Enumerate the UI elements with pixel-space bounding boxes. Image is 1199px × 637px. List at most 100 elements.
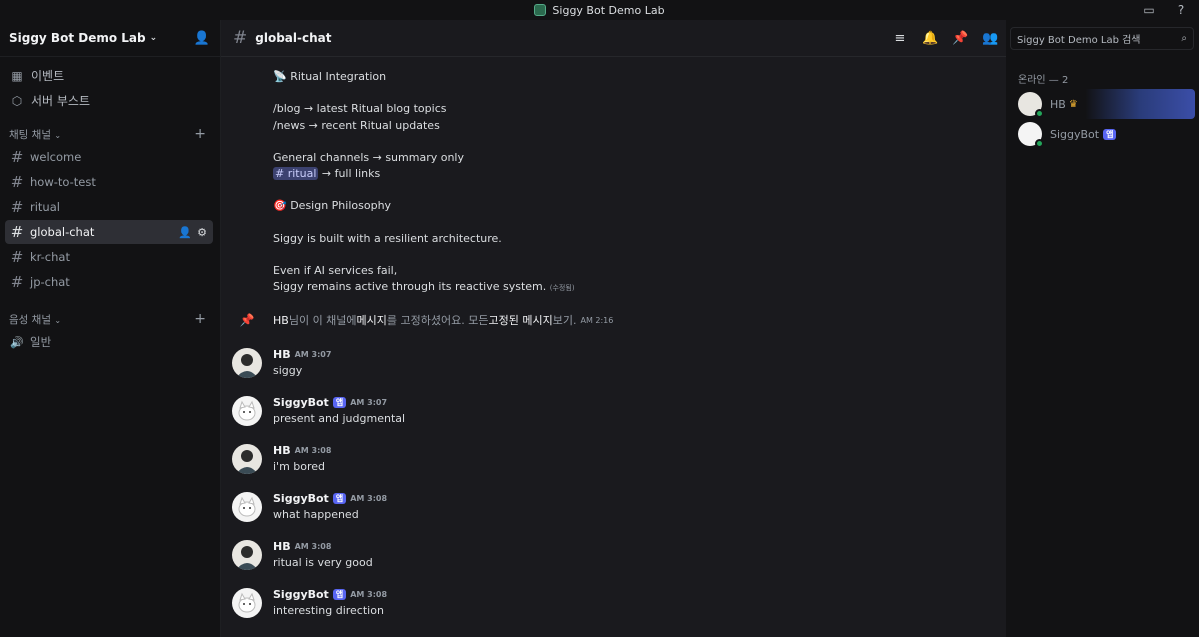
- gear-icon[interactable]: ⚙: [197, 226, 207, 239]
- message-item: SiggyBot 앱 AM 3:08 interesting direction: [221, 588, 1006, 628]
- text-channel-category[interactable]: 채팅 채널 ⌄ +: [0, 123, 220, 145]
- channel-kr-chat[interactable]: # kr-chat: [5, 245, 213, 269]
- author-name[interactable]: SiggyBot: [273, 492, 329, 505]
- author-name[interactable]: HB: [273, 444, 291, 457]
- hash-icon: #: [10, 173, 24, 191]
- app-badge: 앱: [332, 397, 347, 408]
- app-icon: [534, 4, 547, 16]
- avatar[interactable]: [232, 588, 262, 618]
- avatar[interactable]: [232, 396, 262, 426]
- message-item: HB AM 3:08 ritual is very good: [221, 540, 1006, 580]
- member-item[interactable]: SiggyBot 앱: [1012, 119, 1195, 149]
- threads-icon[interactable]: ≡: [892, 31, 908, 46]
- chat-main: # global-chat ≡ 🔔 📌 👥 📡 Ritual Integrati…: [221, 20, 1006, 637]
- window-title: Siggy Bot Demo Lab: [552, 3, 665, 17]
- channel-sidebar: Siggy Bot Demo Lab ⌄ 👤 ▦ 이벤트 ⬡ 서버 부스트 채팅…: [0, 20, 221, 637]
- voice-channel-general[interactable]: 🔊 일반: [5, 330, 213, 354]
- app-badge: 앱: [1103, 128, 1117, 140]
- sidebar-item-events[interactable]: ▦ 이벤트: [0, 63, 220, 88]
- message-text: i'm bored: [273, 460, 326, 473]
- message-line: Siggy remains active through its reactiv…: [273, 280, 575, 293]
- avatar[interactable]: [232, 444, 262, 474]
- pin-icon[interactable]: 📌: [952, 31, 968, 46]
- pinned-message-link[interactable]: 메시지: [357, 312, 387, 328]
- message-list: 📡 Ritual Integration /blog → latest Ritu…: [221, 57, 1006, 637]
- hash-icon: #: [10, 148, 24, 166]
- pin-user[interactable]: HB: [273, 314, 289, 327]
- app-badge: 앱: [332, 589, 347, 600]
- message-line: 🎯 Design Philosophy: [273, 199, 392, 212]
- message-line: # ritual → full links: [273, 167, 381, 180]
- message-item: HB AM 3:07 siggy: [221, 348, 1006, 388]
- message-line: /blog → latest Ritual blog topics: [273, 102, 447, 115]
- pin-system-message: 📌 HB 님이 이 채널에 메시지 를 고정하셨어요. 모든 고정된 메시지 보…: [221, 311, 614, 329]
- member-item[interactable]: HB ♛: [1012, 89, 1195, 119]
- avatar[interactable]: [232, 492, 262, 522]
- notification-bell-icon[interactable]: 🔔: [922, 31, 938, 46]
- channel-title: global-chat: [255, 31, 332, 45]
- help-icon[interactable]: ?: [1173, 2, 1189, 18]
- hash-icon: #: [10, 223, 24, 241]
- message-text: siggy: [273, 364, 303, 377]
- speaker-icon: 🔊: [10, 335, 24, 349]
- author-name[interactable]: SiggyBot: [273, 396, 329, 409]
- online-status-icon: [1035, 139, 1044, 148]
- author-name[interactable]: HB: [273, 540, 291, 553]
- pin-icon: 📌: [239, 313, 255, 327]
- voice-channel-category[interactable]: 음성 채널 ⌄ +: [0, 308, 220, 330]
- message-line: 📡 Ritual Integration: [273, 70, 387, 83]
- hash-icon: #: [10, 198, 24, 216]
- avatar[interactable]: [232, 348, 262, 378]
- create-voice-channel-icon[interactable]: +: [194, 311, 206, 327]
- search-input[interactable]: Siggy Bot Demo Lab 검색 ⌕: [1010, 27, 1194, 50]
- hash-icon: #: [10, 273, 24, 291]
- hash-icon: #: [10, 248, 24, 266]
- author-name[interactable]: HB: [273, 348, 291, 361]
- channel-global-chat[interactable]: # global-chat 👤 ⚙: [5, 220, 213, 244]
- online-status-icon: [1035, 109, 1044, 118]
- server-name: Siggy Bot Demo Lab: [9, 31, 146, 45]
- message-line: Even if AI services fail,: [273, 264, 398, 277]
- search-icon: ⌕: [1181, 33, 1187, 44]
- boost-icon: ⬡: [11, 93, 23, 108]
- all-pinned-link[interactable]: 고정된 메시지: [489, 312, 553, 328]
- edited-label: (수정됨): [549, 284, 575, 292]
- online-category: 온라인 — 2: [1018, 75, 1069, 86]
- satellite-icon: 📡: [273, 70, 287, 83]
- window-titlebar: Siggy Bot Demo Lab ▭ ?: [0, 0, 1199, 20]
- channel-how-to-test[interactable]: # how-to-test: [5, 170, 213, 194]
- message-line: Siggy is built with a resilient architec…: [273, 232, 502, 245]
- message-text: interesting direction: [273, 604, 384, 617]
- message-text: what happened: [273, 508, 359, 521]
- message-item: SiggyBot 앱 AM 3:07 present and judgmental: [221, 396, 1006, 436]
- inbox-icon[interactable]: ▭: [1141, 2, 1157, 18]
- avatar[interactable]: [232, 540, 262, 570]
- member-list: 온라인 — 2 HB ♛ SiggyBot 앱: [1006, 57, 1199, 637]
- create-channel-icon[interactable]: +: [194, 126, 206, 142]
- invite-people-icon[interactable]: 👤: [194, 31, 210, 46]
- message-item: HB AM 3:08 i'm bored: [221, 444, 1006, 484]
- target-icon: 🎯: [273, 199, 287, 212]
- channel-mention[interactable]: # ritual: [273, 167, 319, 180]
- app-badge: 앱: [332, 493, 347, 504]
- message-text: present and judgmental: [273, 412, 406, 425]
- sidebar-item-server-boost[interactable]: ⬡ 서버 부스트: [0, 88, 220, 113]
- channel-ritual[interactable]: # ritual: [5, 195, 213, 219]
- create-invite-icon[interactable]: 👤: [178, 226, 192, 239]
- crown-icon: ♛: [1068, 98, 1078, 110]
- message-text: ritual is very good: [273, 556, 373, 569]
- message-item: SiggyBot 앱 AM 3:08 what happened: [221, 492, 1006, 532]
- avatar: [1018, 122, 1044, 148]
- avatar: [1018, 92, 1044, 118]
- message-line: /news → recent Ritual updates: [273, 119, 440, 132]
- calendar-icon: ▦: [11, 68, 23, 83]
- chevron-down-icon: ⌄: [149, 33, 158, 43]
- channel-welcome[interactable]: # welcome: [5, 145, 213, 169]
- member-list-icon[interactable]: 👥: [982, 31, 998, 46]
- chat-header: # global-chat ≡ 🔔 📌 👥: [221, 20, 1006, 57]
- server-header[interactable]: Siggy Bot Demo Lab ⌄ 👤: [0, 20, 220, 57]
- message-line: General channels → summary only: [273, 151, 464, 164]
- channel-jp-chat[interactable]: # jp-chat: [5, 270, 213, 294]
- hash-icon: #: [233, 28, 248, 48]
- author-name[interactable]: SiggyBot: [273, 588, 329, 601]
